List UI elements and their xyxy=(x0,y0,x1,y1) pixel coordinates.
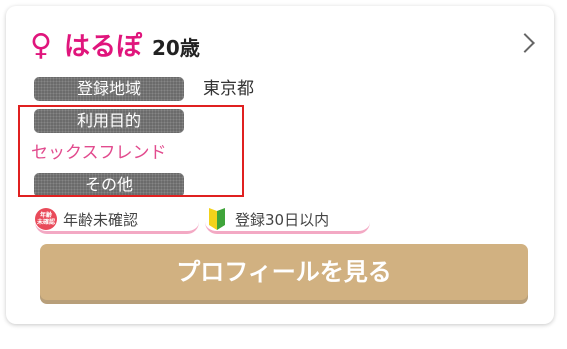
profile-header: ♀ はるぽ 20歳 xyxy=(30,26,200,66)
age-unverified-label: 年齢未確認 xyxy=(63,210,139,229)
beginner-leaf-icon xyxy=(209,208,225,230)
age-icon-line2: 未確認 xyxy=(36,219,55,226)
profile-name: はるぽ xyxy=(63,32,142,62)
age-unverified-icon: 年齢 未確認 xyxy=(35,208,57,230)
profile-age: 20歳 xyxy=(152,36,200,60)
view-profile-button[interactable]: プロフィールを見る xyxy=(40,244,528,300)
age-unverified-badge: 年齢 未確認 年齢未確認 xyxy=(35,207,199,234)
female-icon: ♀ xyxy=(30,28,52,63)
area-label-tag: 登録地域 xyxy=(34,77,184,101)
area-value: 東京都 xyxy=(203,79,254,99)
age-icon-line1: 年齢 xyxy=(39,212,52,219)
registration-label: 登録30日以内 xyxy=(235,210,330,229)
highlight-box xyxy=(18,105,244,197)
profile-card[interactable]: ♀ はるぽ 20歳 登録地域 東京都 利用目的 セックスフレンド その他 年齢 … xyxy=(6,6,554,324)
page: ♀ はるぽ 20歳 登録地域 東京都 利用目的 セックスフレンド その他 年齢 … xyxy=(0,0,567,349)
chevron-right-icon[interactable] xyxy=(515,33,535,53)
registration-badge: 登録30日以内 xyxy=(205,207,370,234)
